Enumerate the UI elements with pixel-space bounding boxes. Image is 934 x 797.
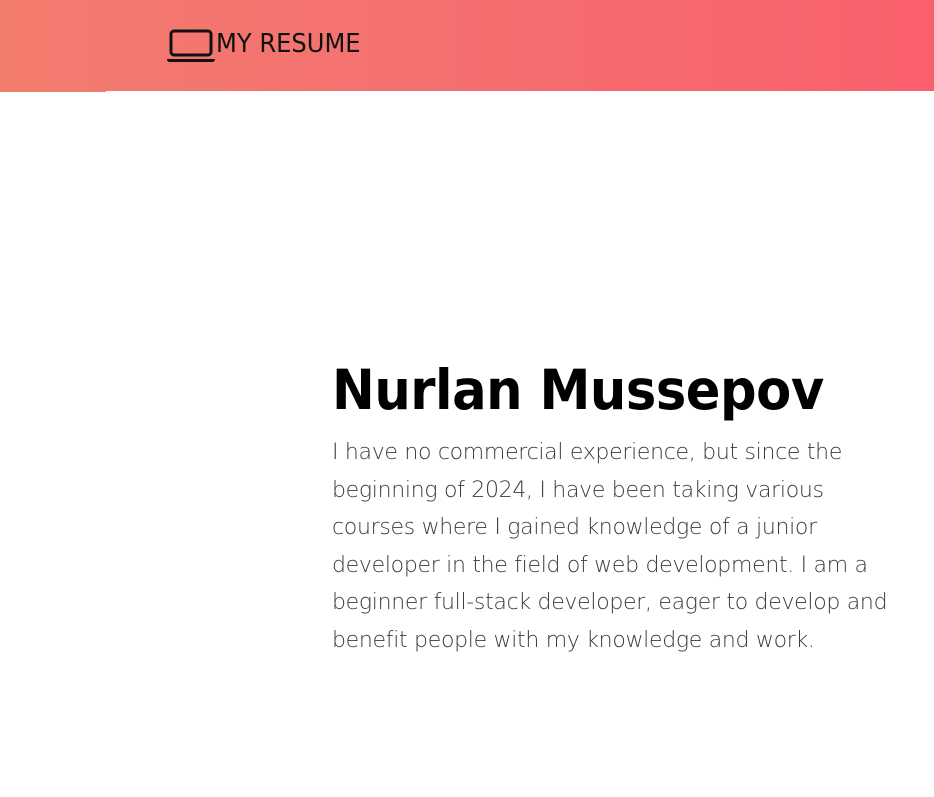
- brand-label: MY RESUME: [216, 29, 361, 59]
- person-name: Nurlan Mussepov: [332, 358, 824, 422]
- site-header: MY RESUME: [0, 0, 934, 91]
- header-divider: [0, 90, 106, 92]
- bio-text: I have no commercial experience, but sin…: [332, 440, 888, 653]
- laptop-icon: [166, 24, 216, 64]
- hero-section: Nurlan Mussepov I have no commercial exp…: [332, 356, 892, 659]
- brand-link[interactable]: MY RESUME: [166, 22, 371, 66]
